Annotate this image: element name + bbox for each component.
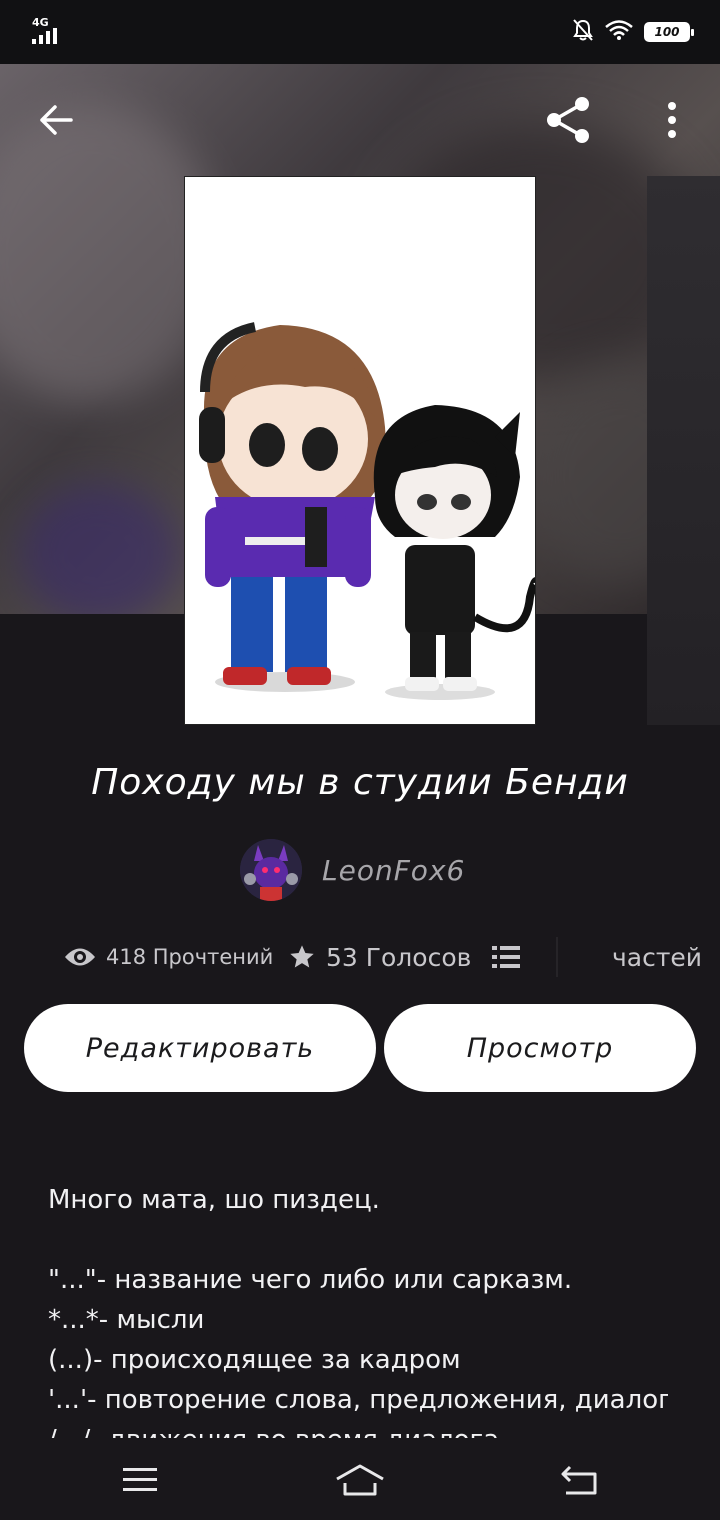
home-icon (336, 1464, 384, 1496)
author-avatar[interactable] (240, 839, 302, 901)
system-back-button[interactable] (540, 1452, 620, 1508)
parts-count: частей (612, 942, 703, 972)
parts-stat: частей (492, 934, 702, 980)
back-button[interactable] (26, 92, 86, 148)
description-line: '...'- повторение слова, предложения, ди… (48, 1385, 668, 1415)
story-title: Походу мы в студии Бенди (91, 762, 629, 803)
votes-count: 53 Голосов (326, 942, 472, 972)
signal-indicator: 4G (30, 16, 70, 44)
share-icon (547, 97, 589, 143)
eye-icon (65, 948, 95, 966)
author-name[interactable]: LeonFox6 (322, 854, 465, 887)
system-navigation-bar (0, 1438, 720, 1520)
reads-stat: 418 Прочтений (64, 934, 273, 980)
signal-icon (32, 28, 57, 44)
votes-stat: 53 Голосов (288, 934, 471, 980)
recent-apps-button[interactable] (100, 1452, 180, 1508)
preview-button[interactable]: Просмотр (384, 1004, 696, 1092)
reads-count: 418 Прочтений (106, 945, 274, 969)
story-description: Много мата, шо пиздец. "..."- название ч… (48, 1180, 668, 1438)
list-icon (492, 946, 520, 968)
story-stats: 418 Прочтений 53 Голосов частей (64, 934, 702, 980)
cover-illustration (185, 177, 535, 724)
more-options-button[interactable] (644, 90, 700, 150)
description-line: "..."- название чего либо или сарказм. (48, 1265, 573, 1295)
status-icons: 100 (572, 18, 694, 46)
description-line: (...)- происходящее за кадром (48, 1345, 461, 1375)
battery-icon: 100 (644, 22, 694, 42)
notifications-off-icon (572, 18, 594, 46)
parts-divider (556, 937, 602, 977)
share-button[interactable] (536, 90, 600, 150)
more-vertical-icon (668, 102, 676, 138)
description-line: *...*- мысли (48, 1305, 205, 1335)
edit-button[interactable]: Редактировать (24, 1004, 376, 1092)
description-line: /.../- движения во время диалога (48, 1420, 668, 1438)
description-line: Много мата, шо пиздец. (48, 1185, 380, 1215)
status-bar: 4G 100 (0, 0, 720, 64)
star-icon (290, 945, 314, 968)
wifi-icon (604, 19, 634, 45)
next-story-cover[interactable] (647, 176, 720, 725)
home-button[interactable] (320, 1452, 400, 1508)
author-link[interactable]: LeonFox6 (240, 838, 465, 902)
description-line (48, 1220, 668, 1260)
back-icon (561, 1465, 597, 1495)
menu-icon (123, 1468, 157, 1491)
story-cover-image[interactable] (184, 176, 536, 725)
arrow-left-icon (40, 105, 73, 135)
